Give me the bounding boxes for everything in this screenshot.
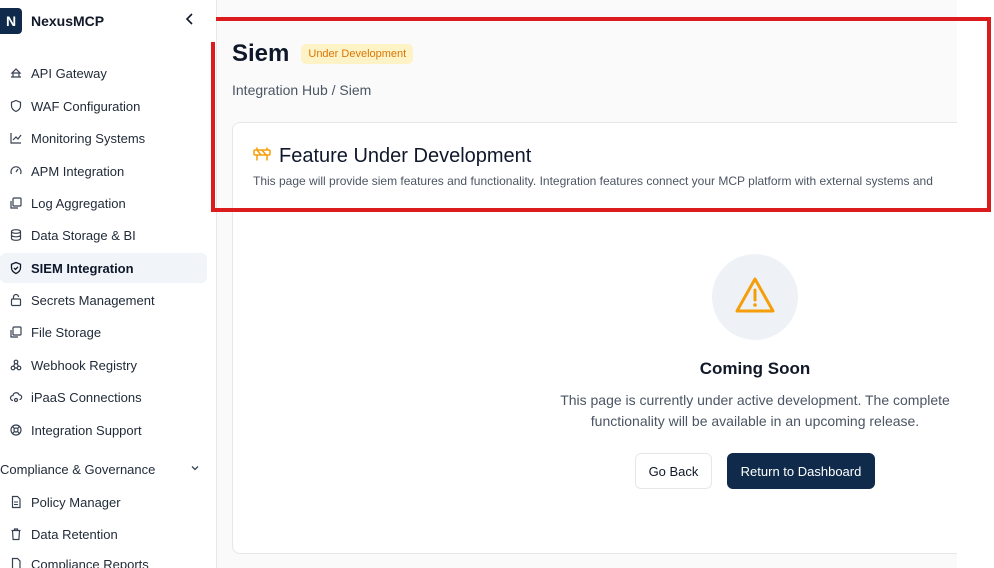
cloud-link-icon (9, 390, 23, 404)
breadcrumb: Integration Hub / Siem (232, 82, 372, 98)
copy-icon (9, 196, 23, 210)
sidebar: API Gateway WAF Configuration Monitoring… (0, 0, 217, 568)
sidebar-item-label: Data Retention (31, 526, 118, 542)
section-label: Compliance & Governance (0, 461, 156, 477)
sidebar-item-label: WAF Configuration (31, 98, 141, 114)
sidebar-item-monitoring-systems[interactable]: Monitoring Systems (0, 123, 207, 153)
sidebar-item-label: Compliance Reports (31, 556, 149, 568)
coming-soon-title: Coming Soon (699, 359, 811, 378)
report-icon (9, 557, 23, 568)
sidebar-item-integration-support[interactable]: Integration Support (0, 415, 207, 445)
line-chart-icon (9, 131, 23, 145)
sidebar-item-siem-integration[interactable]: SIEM Integration (0, 253, 207, 283)
webhook-icon (9, 358, 23, 372)
sidebar-item-label: Data Storage & BI (31, 227, 136, 243)
go-back-button[interactable]: Go Back (635, 453, 712, 489)
sidebar-item-data-storage[interactable]: Data Storage & BI (0, 220, 207, 250)
chevron-left-icon (185, 12, 195, 31)
sidebar-item-secrets-management[interactable]: Secrets Management (0, 285, 207, 315)
viewport-edge (957, 0, 994, 568)
sidebar-item-label: API Gateway (31, 65, 107, 81)
sidebar-item-policy-manager[interactable]: Policy Manager (0, 487, 207, 517)
brand-header: N NexusMCP (0, 0, 216, 42)
document-icon (9, 495, 23, 509)
construction-icon (253, 146, 271, 167)
sidebar-item-waf-configuration[interactable]: WAF Configuration (0, 91, 207, 121)
warning-triangle-icon (734, 276, 776, 319)
sidebar-item-label: File Storage (31, 324, 102, 340)
brand-name: NexusMCP (31, 13, 105, 29)
card-description: This page will provide siem features and… (253, 174, 933, 188)
return-to-dashboard-button[interactable]: Return to Dashboard (727, 453, 875, 489)
section-compliance-governance[interactable]: Compliance & Governance (0, 454, 207, 484)
sidebar-item-label: Log Aggregation (31, 195, 126, 211)
collapse-sidebar-button[interactable] (182, 12, 198, 30)
warning-badge (712, 254, 798, 340)
sidebar-item-label: Policy Manager (31, 494, 121, 510)
sidebar-item-label: Webhook Registry (31, 357, 137, 373)
sidebar-item-label: SIEM Integration (31, 260, 134, 276)
lock-icon (9, 293, 23, 307)
coming-soon-description: This page is currently under active deve… (560, 392, 950, 429)
sidebar-item-label: iPaaS Connections (31, 389, 142, 405)
sidebar-item-api-gateway[interactable]: API Gateway (0, 58, 207, 88)
sidebar-item-data-retention[interactable]: Data Retention (0, 519, 207, 549)
sidebar-item-webhook-registry[interactable]: Webhook Registry (0, 350, 207, 380)
trash-icon (9, 527, 23, 541)
sidebar-item-file-storage[interactable]: File Storage (0, 317, 207, 347)
database-icon (9, 228, 23, 242)
title-row: Siem Under Development (232, 40, 414, 68)
card-title: Feature Under Development (279, 145, 532, 167)
sidebar-item-log-aggregation[interactable]: Log Aggregation (0, 188, 207, 218)
shield-icon (9, 99, 23, 113)
sidebar-item-label: Integration Support (31, 422, 142, 438)
chevron-down-icon (189, 462, 201, 477)
gateway-icon (9, 66, 23, 80)
sidebar-item-label: APM Integration (31, 163, 125, 179)
sidebar-item-label: Secrets Management (31, 292, 155, 308)
feature-card: Feature Under Development This page will… (232, 122, 972, 554)
files-icon (9, 325, 23, 339)
sidebar-item-label: Monitoring Systems (31, 130, 146, 146)
gauge-icon (9, 164, 23, 178)
status-badge: Under Development (301, 44, 414, 64)
card-header: Feature Under Development This page will… (253, 145, 971, 188)
sidebar-item-compliance-reports[interactable]: Compliance Reports (0, 549, 207, 568)
sidebar-item-apm-integration[interactable]: APM Integration (0, 156, 207, 186)
shield-check-icon (9, 261, 23, 275)
sidebar-item-ipaas-connections[interactable]: iPaaS Connections (0, 382, 207, 412)
brand-logo: N (0, 8, 22, 34)
main-content: Siem Under Development Integration Hub /… (217, 0, 994, 568)
lifebuoy-icon (9, 423, 23, 437)
page-title: Siem (232, 40, 290, 67)
